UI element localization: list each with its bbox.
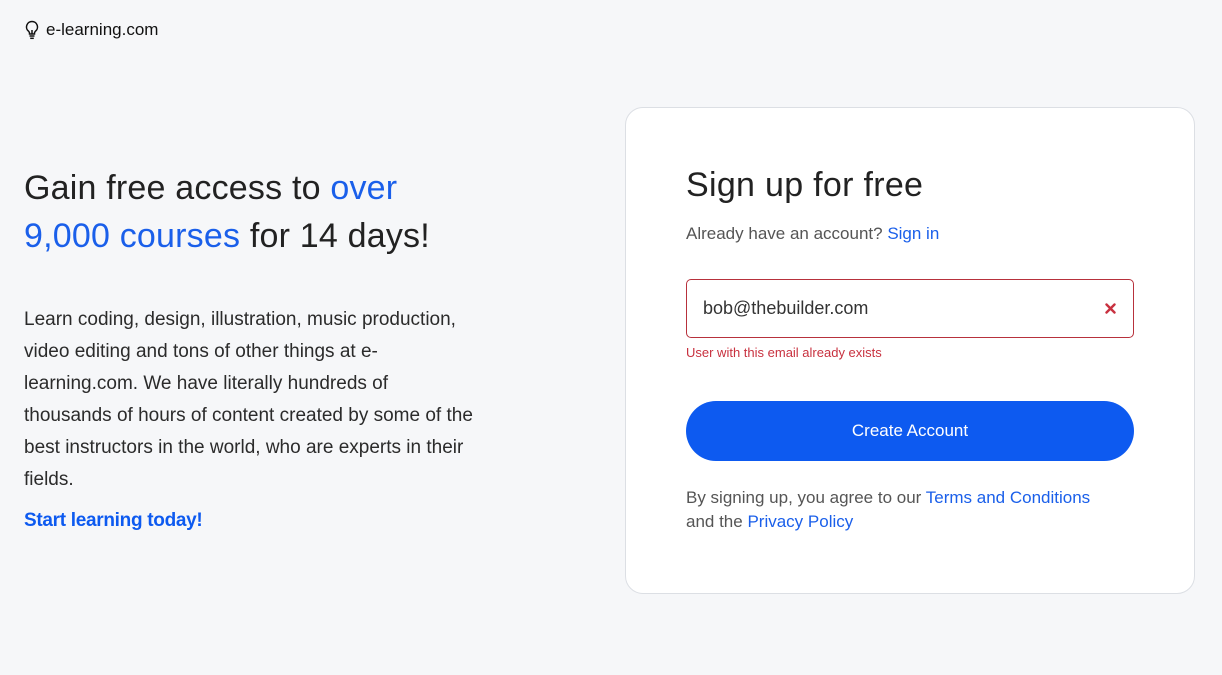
account-prompt-text: Already have an account? — [686, 224, 888, 243]
account-prompt: Already have an account? Sign in — [686, 224, 939, 244]
headline-part1: Gain free access to — [24, 169, 331, 207]
sign-in-link[interactable]: Sign in — [887, 224, 939, 243]
brand-logo[interactable]: e-learning.com — [24, 20, 158, 40]
lightbulb-icon — [24, 20, 40, 40]
terms-link[interactable]: Terms and Conditions — [926, 488, 1090, 507]
email-field[interactable] — [686, 279, 1134, 338]
clear-icon[interactable] — [1103, 302, 1117, 316]
hero-headline: Gain free access to over 9,000 courses f… — [24, 164, 474, 260]
signup-title: Sign up for free — [686, 166, 924, 204]
start-learning-link[interactable]: Start learning today! — [24, 510, 203, 532]
terms-mid: and the — [686, 512, 748, 531]
terms-notice: By signing up, you agree to our Terms an… — [686, 486, 1146, 534]
signup-card: Sign up for free Already have an account… — [625, 107, 1195, 594]
headline-part2: for 14 days! — [240, 217, 430, 255]
privacy-policy-link[interactable]: Privacy Policy — [747, 512, 853, 531]
email-error-message: User with this email already exists — [686, 345, 882, 360]
brand-name: e-learning.com — [46, 20, 159, 39]
email-input[interactable] — [703, 298, 1103, 319]
terms-prefix: By signing up, you agree to our — [686, 488, 926, 507]
create-account-button[interactable]: Create Account — [686, 401, 1134, 461]
hero-description: Learn coding, design, illustration, musi… — [24, 309, 473, 490]
hero-section: Gain free access to over 9,000 courses f… — [24, 164, 474, 532]
